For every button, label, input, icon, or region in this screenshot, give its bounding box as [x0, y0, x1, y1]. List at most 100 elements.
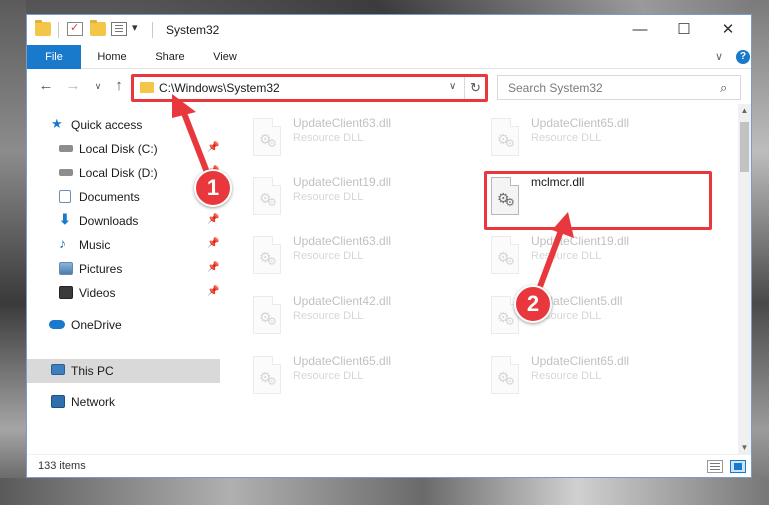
tab-view[interactable]: View — [201, 45, 249, 69]
background-right — [752, 0, 769, 505]
maximize-button[interactable]: ☐ — [662, 15, 706, 45]
sidebar-item-label: Documents — [79, 190, 140, 204]
new-folder-icon[interactable] — [90, 20, 106, 36]
sidebar-item-label: Network — [71, 395, 116, 409]
file-name: UpdateClient65.dll — [531, 354, 630, 368]
tab-file[interactable]: File — [27, 45, 81, 69]
dll-file-icon: ⚙ ⚙ — [249, 177, 285, 217]
videos-icon — [59, 286, 73, 299]
file-name: UpdateClient42.dll — [293, 294, 392, 308]
documents-icon — [59, 190, 71, 203]
file-type: Resource DLL — [293, 191, 364, 203]
step-2-badge: 2 — [514, 285, 552, 323]
step-1-badge: 1 — [194, 169, 232, 207]
file-item[interactable]: ⚙ ⚙ UpdateClient63.dll Resource DLL — [243, 112, 469, 162]
file-explorer-window: ✓ ▾ System32 — ☐ ✕ File Home Share View … — [26, 14, 752, 478]
sidebar-item-local-disk-d[interactable]: Local Disk (D:) 📌 — [27, 162, 220, 184]
scroll-thumb[interactable] — [740, 122, 749, 172]
file-name: UpdateClient63.dll — [293, 234, 392, 248]
title-bar: ✓ ▾ System32 — ☐ ✕ — [27, 15, 751, 45]
pin-icon[interactable]: 📌 — [207, 142, 219, 153]
sidebar-item-local-disk-c[interactable]: Local Disk (C:) 📌 — [27, 138, 220, 160]
search-icon[interactable]: ⌕ — [720, 80, 727, 96]
close-button[interactable]: ✕ — [706, 15, 750, 45]
file-item[interactable]: ⚙ ⚙ UpdateClient19.dll Resource DLL — [243, 171, 469, 221]
file-name: UpdateClient65.dll — [293, 354, 392, 368]
file-type: Resource DLL — [531, 370, 602, 382]
file-list: ⚙ ⚙ UpdateClient63.dll Resource DLL ⚙ ⚙ Up… — [221, 104, 737, 454]
address-bar-highlight — [131, 74, 488, 102]
item-count: 133 items — [38, 460, 86, 472]
pictures-icon — [59, 262, 73, 275]
sidebar-item-label: Pictures — [79, 262, 123, 276]
navigation-pane: ★ Quick access Local Disk (C:) 📌 Local D… — [27, 104, 220, 454]
pin-icon[interactable]: 📌 — [207, 214, 219, 225]
forward-button[interactable]: → — [64, 77, 82, 95]
download-icon: ⬇ — [59, 211, 71, 227]
sidebar-item-label: Music — [79, 238, 111, 252]
search-input[interactable]: Search System32 — [508, 81, 603, 95]
file-item[interactable]: ⚙ ⚙ UpdateClient42.dll Resource DLL — [243, 290, 469, 340]
minimize-button[interactable]: — — [618, 15, 662, 45]
expand-ribbon-icon[interactable]: ∨ — [715, 50, 723, 63]
cloud-icon — [49, 320, 65, 329]
tab-share[interactable]: Share — [145, 45, 195, 69]
dll-file-icon: ⚙ ⚙ — [487, 236, 523, 276]
file-item[interactable]: ⚙ ⚙ UpdateClient65.dll Resource DLL — [481, 350, 707, 400]
sidebar-item-label: This PC — [71, 364, 114, 378]
large-icons-view-icon[interactable] — [730, 460, 746, 473]
file-item[interactable]: ⚙ ⚙ UpdateClient63.dll Resource DLL — [243, 230, 469, 280]
sidebar-item-label: Local Disk (D:) — [79, 166, 158, 180]
back-button[interactable]: ← — [37, 77, 55, 95]
tab-home[interactable]: Home — [87, 45, 137, 69]
sidebar-item-downloads[interactable]: ⬇ Downloads 📌 — [27, 210, 220, 232]
sidebar-item-label: Quick access — [71, 118, 143, 132]
title-separator — [152, 22, 153, 38]
sidebar-item-quick-access[interactable]: ★ Quick access — [27, 114, 220, 136]
computer-icon — [51, 364, 65, 375]
file-name: UpdateClient19.dll — [293, 175, 392, 189]
sidebar-item-onedrive[interactable]: OneDrive — [27, 314, 220, 336]
sidebar-item-documents[interactable]: Documents 📌 — [27, 186, 220, 208]
qa-dropdown-icon[interactable]: ▾ — [132, 21, 138, 34]
pin-icon[interactable]: 📌 — [207, 262, 219, 273]
file-name: UpdateClient65.dll — [531, 116, 630, 130]
recent-locations-icon[interactable]: ∨ — [89, 77, 107, 95]
drive-icon — [59, 169, 73, 176]
customize-icon[interactable] — [111, 22, 127, 36]
dll-file-icon: ⚙ ⚙ — [249, 236, 285, 276]
dll-file-icon: ⚙ ⚙ — [487, 356, 523, 396]
file-item[interactable]: ⚙ ⚙ UpdateClient65.dll Resource DLL — [481, 112, 707, 162]
file-item[interactable]: ⚙ ⚙ UpdateClient19.dll Resource DLL — [481, 230, 707, 280]
file-type: Resource DLL — [293, 310, 364, 322]
vertical-scrollbar[interactable]: ▲ ▼ — [738, 104, 751, 454]
scroll-down-icon[interactable]: ▼ — [738, 441, 751, 454]
properties-icon[interactable]: ✓ — [67, 22, 83, 36]
status-bar: 133 items — [27, 454, 751, 477]
window-title: System32 — [166, 23, 220, 37]
sidebar-item-network[interactable]: Network — [27, 391, 220, 413]
help-icon[interactable]: ? — [736, 50, 750, 64]
drive-icon — [59, 145, 73, 152]
sidebar-item-videos[interactable]: Videos 📌 — [27, 282, 220, 304]
dll-file-icon: ⚙ ⚙ — [249, 356, 285, 396]
folder-icon — [35, 20, 51, 36]
sidebar-item-this-pc[interactable]: This PC — [27, 359, 220, 383]
pin-icon[interactable]: 📌 — [207, 286, 219, 297]
file-type: Resource DLL — [293, 250, 364, 262]
sidebar-item-label: Videos — [79, 286, 116, 300]
file-type: Resource DLL — [293, 132, 364, 144]
sidebar-item-music[interactable]: ♪ Music 📌 — [27, 234, 220, 256]
details-view-icon[interactable] — [707, 460, 723, 473]
file-name: UpdateClient19.dll — [531, 234, 630, 248]
sidebar-item-label: OneDrive — [71, 318, 122, 332]
search-box[interactable]: Search System32 ⌕ — [497, 75, 741, 100]
sidebar-item-label: Local Disk (C:) — [79, 142, 158, 156]
up-button[interactable]: ↑ — [110, 77, 128, 95]
file-item[interactable]: ⚙ ⚙ UpdateClient65.dll Resource DLL — [243, 350, 469, 400]
pin-icon[interactable]: 📌 — [207, 238, 219, 249]
star-icon: ★ — [51, 116, 63, 131]
scroll-up-icon[interactable]: ▲ — [738, 104, 751, 117]
dll-file-icon: ⚙ ⚙ — [249, 118, 285, 158]
sidebar-item-pictures[interactable]: Pictures 📌 — [27, 258, 220, 280]
